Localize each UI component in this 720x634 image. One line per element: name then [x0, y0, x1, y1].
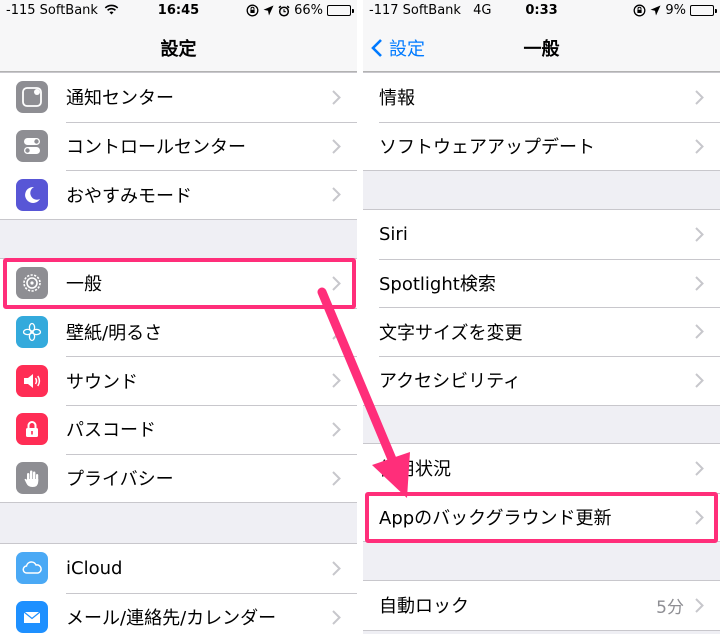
- settings-item-label: 通知センター: [66, 88, 174, 110]
- general-item-label: ソフトウェアアップデート: [379, 137, 595, 159]
- general-group-2: Siri Spotlight検索 文字サイズを変更 アクセシビリティ: [363, 209, 720, 406]
- hand-icon: [16, 462, 48, 495]
- rotation-lock-icon: [633, 4, 646, 17]
- chevron-right-icon: [695, 598, 704, 613]
- general-item-label: 使用状況: [379, 459, 451, 481]
- page-title: 設定: [160, 39, 197, 60]
- chevron-right-icon: [695, 90, 704, 105]
- chevron-right-icon: [332, 90, 341, 105]
- chevron-right-icon: [332, 324, 341, 340]
- battery-percent: 9%: [665, 3, 686, 18]
- settings-item-wallpaper[interactable]: 壁紙/明るさ: [0, 307, 357, 357]
- settings-screen: -115 SoftBank 16:45 66% 設定 通知センター コントロール…: [0, 0, 357, 634]
- general-item-label: 情報: [379, 88, 415, 110]
- general-item-siri[interactable]: Siri: [363, 210, 720, 259]
- wallpaper-flower-icon: [16, 316, 48, 349]
- chevron-right-icon: [332, 470, 341, 486]
- general-item-label: Siri: [379, 223, 408, 245]
- chevron-right-icon: [695, 509, 704, 525]
- general-item-about[interactable]: 情報: [363, 73, 720, 122]
- mail-icon: [16, 601, 48, 634]
- general-item-label: 文字サイズを変更: [379, 322, 523, 344]
- settings-item-label: サウンド: [66, 371, 138, 393]
- status-bar: -115 SoftBank 16:45 66%: [0, 0, 357, 22]
- general-item-label: アクセシビリティ: [379, 371, 522, 393]
- rotation-lock-icon: [246, 4, 259, 17]
- settings-item-sounds[interactable]: サウンド: [0, 356, 357, 405]
- general-screen: -117 SoftBank 4G 0:33 9% 設定 一般 情報 ソフトウェア…: [363, 0, 720, 634]
- battery-icon: [327, 5, 354, 16]
- settings-item-passcode[interactable]: パスコード: [0, 405, 357, 454]
- settings-item-label: メール/連絡先/カレンダー: [66, 608, 277, 630]
- location-icon: [263, 5, 274, 16]
- chevron-right-icon: [332, 561, 341, 576]
- nav-bar: 設定: [0, 22, 357, 72]
- settings-item-general[interactable]: 一般: [0, 259, 357, 308]
- settings-item-mail-contacts-calendars[interactable]: メール/連絡先/カレンダー: [0, 592, 357, 634]
- settings-group-2: 一般 壁紙/明るさ サウンド パスコード プライバシー: [0, 258, 357, 504]
- general-group-1: 情報 ソフトウェアアップデート: [363, 72, 720, 172]
- general-group-4: 自動ロック 5分: [363, 580, 720, 631]
- settings-item-label: 一般: [66, 274, 102, 296]
- settings-item-control-center[interactable]: コントロールセンター: [0, 121, 357, 171]
- general-item-auto-lock[interactable]: 自動ロック 5分: [363, 581, 720, 630]
- chevron-right-icon: [332, 138, 341, 154]
- chevron-right-icon: [695, 461, 704, 476]
- settings-item-label: コントロールセンター: [66, 137, 246, 159]
- settings-group-3: iCloud メール/連絡先/カレンダー: [0, 543, 357, 634]
- settings-item-privacy[interactable]: プライバシー: [0, 453, 357, 503]
- chevron-right-icon: [695, 275, 704, 291]
- settings-item-label: パスコード: [66, 420, 156, 442]
- general-item-background-app-refresh[interactable]: Appのバックグラウンド更新: [363, 492, 720, 542]
- moon-icon: [16, 178, 48, 211]
- control-center-icon: [16, 130, 48, 163]
- general-item-label: Spotlight検索: [379, 274, 496, 296]
- chevron-right-icon: [695, 324, 704, 339]
- chevron-right-icon: [695, 227, 704, 242]
- gear-icon: [16, 267, 48, 300]
- chevron-right-icon: [695, 138, 704, 154]
- chevron-right-icon: [332, 422, 341, 437]
- location-icon: [650, 5, 661, 16]
- settings-item-label: おやすみモード: [66, 185, 192, 207]
- settings-item-icloud[interactable]: iCloud: [0, 544, 357, 593]
- chevron-right-icon: [332, 276, 341, 291]
- auto-lock-value: 5分: [656, 597, 684, 618]
- general-item-software-update[interactable]: ソフトウェアアップデート: [363, 121, 720, 171]
- general-group-3: 使用状況 Appのバックグラウンド更新: [363, 443, 720, 543]
- general-item-text-size[interactable]: 文字サイズを変更: [363, 307, 720, 356]
- settings-item-notification-center[interactable]: 通知センター: [0, 73, 357, 122]
- general-item-label: 自動ロック: [379, 596, 469, 618]
- chevron-right-icon: [332, 609, 341, 625]
- settings-item-label: プライバシー: [66, 469, 174, 491]
- status-bar: -117 SoftBank 4G 0:33 9%: [363, 0, 720, 22]
- chevron-right-icon: [695, 373, 704, 388]
- cloud-icon: [16, 552, 48, 585]
- general-item-spotlight-search[interactable]: Spotlight検索: [363, 258, 720, 308]
- battery-icon: [690, 5, 717, 16]
- general-item-usage[interactable]: 使用状況: [363, 444, 720, 493]
- general-item-accessibility[interactable]: アクセシビリティ: [363, 356, 720, 405]
- nav-bar: 設定 一般: [363, 22, 720, 72]
- settings-item-do-not-disturb[interactable]: おやすみモード: [0, 170, 357, 219]
- notification-center-icon: [16, 81, 48, 114]
- general-item-label: Appのバックグラウンド更新: [379, 508, 612, 530]
- settings-item-label: 壁紙/明るさ: [66, 323, 163, 345]
- chevron-right-icon: [332, 187, 341, 202]
- page-title: 一般: [523, 39, 560, 60]
- speaker-icon: [16, 364, 48, 397]
- settings-group-1: 通知センター コントロールセンター おやすみモード: [0, 72, 357, 221]
- lock-icon: [16, 413, 48, 446]
- settings-item-label: iCloud: [66, 557, 123, 579]
- battery-percent: 66%: [294, 3, 323, 18]
- alarm-icon: [278, 4, 290, 17]
- chevron-right-icon: [332, 373, 341, 388]
